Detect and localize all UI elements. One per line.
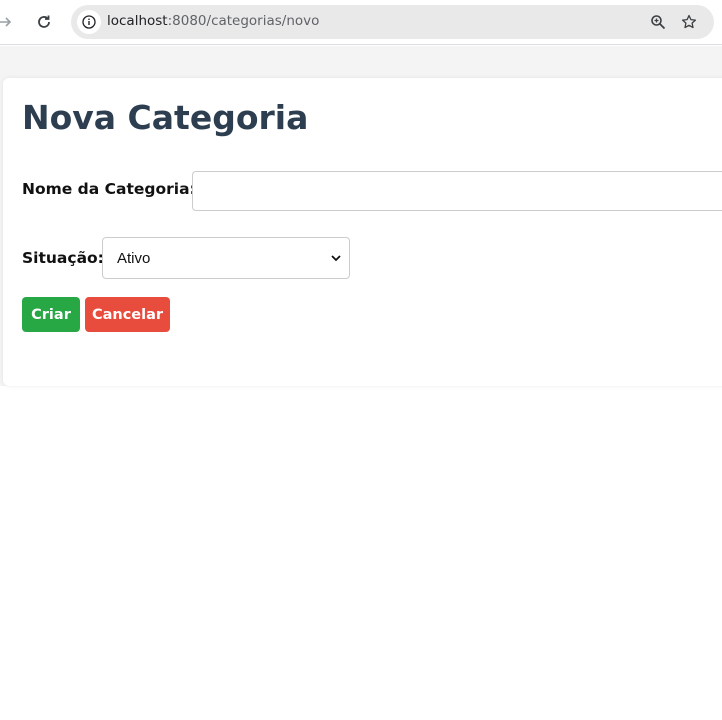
cancelar-button[interactable]: Cancelar [85,297,170,332]
page: Nova Categoria Nome da Categoria: Situaç… [0,46,722,720]
situacao-label: Situação: [22,249,104,267]
url-path: :8080/categorias/novo [167,13,320,29]
chevron-down-icon [329,251,343,265]
url-host: localhost [107,13,168,29]
address-bar[interactable]: localhost:8080/categorias/novo [71,5,714,39]
criar-button[interactable]: Criar [22,297,80,332]
nome-label: Nome da Categoria: [22,180,196,198]
situacao-selected-value: Ativo [117,250,151,267]
arrow-right-icon[interactable] [0,11,16,33]
star-icon[interactable] [679,12,699,32]
reload-icon[interactable] [33,11,55,33]
info-icon[interactable] [77,10,101,34]
url-text[interactable]: localhost:8080/categorias/novo [107,13,319,29]
browser-toolbar: localhost:8080/categorias/novo [0,0,722,45]
nome-categoria-input[interactable] [192,171,722,211]
situacao-select[interactable]: Ativo [102,237,350,279]
zoom-icon[interactable] [648,12,668,32]
page-title: Nova Categoria [22,98,309,137]
